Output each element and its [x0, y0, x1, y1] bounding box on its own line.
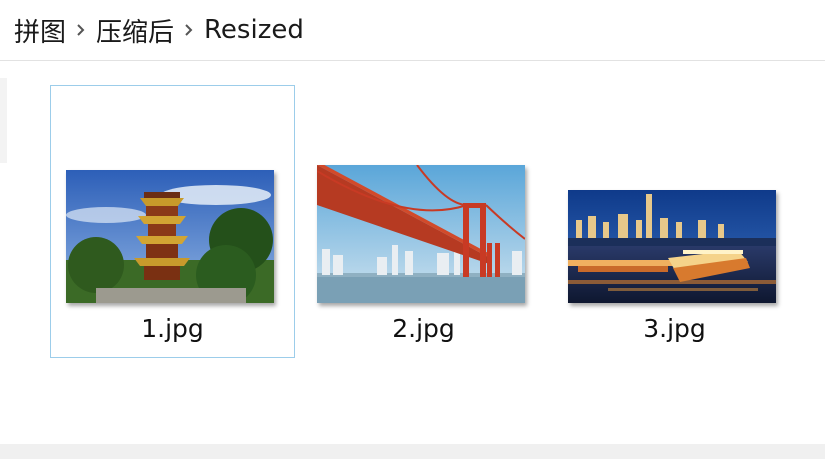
breadcrumb-item-puzzle[interactable]: 拼图 [14, 12, 66, 49]
file-name[interactable]: 3.jpg [553, 314, 796, 343]
file-item-2[interactable]: 2.jpg [301, 85, 546, 358]
file-name[interactable]: 2.jpg [302, 314, 545, 343]
file-explorer-window: 拼图 压缩后 Resized 1.jpg 2.jpg 3.jpg [0, 0, 825, 459]
file-item-3[interactable]: 3.jpg [552, 85, 797, 358]
red-bridge-thumbnail [317, 165, 525, 303]
breadcrumb-item-compressed[interactable]: 压缩后 [96, 12, 174, 49]
file-item-1[interactable]: 1.jpg [50, 85, 295, 358]
chevron-right-icon[interactable] [66, 0, 96, 60]
status-bar-edge [0, 444, 825, 459]
yellow-crane-tower-thumbnail [66, 170, 274, 303]
breadcrumb-item-resized[interactable]: Resized [204, 15, 304, 45]
address-bar[interactable]: 拼图 压缩后 Resized [0, 0, 825, 61]
river-night-city-thumbnail [568, 190, 776, 303]
file-name[interactable]: 1.jpg [51, 314, 294, 343]
scrollbar-edge[interactable] [0, 78, 7, 163]
chevron-right-icon[interactable] [174, 0, 204, 60]
